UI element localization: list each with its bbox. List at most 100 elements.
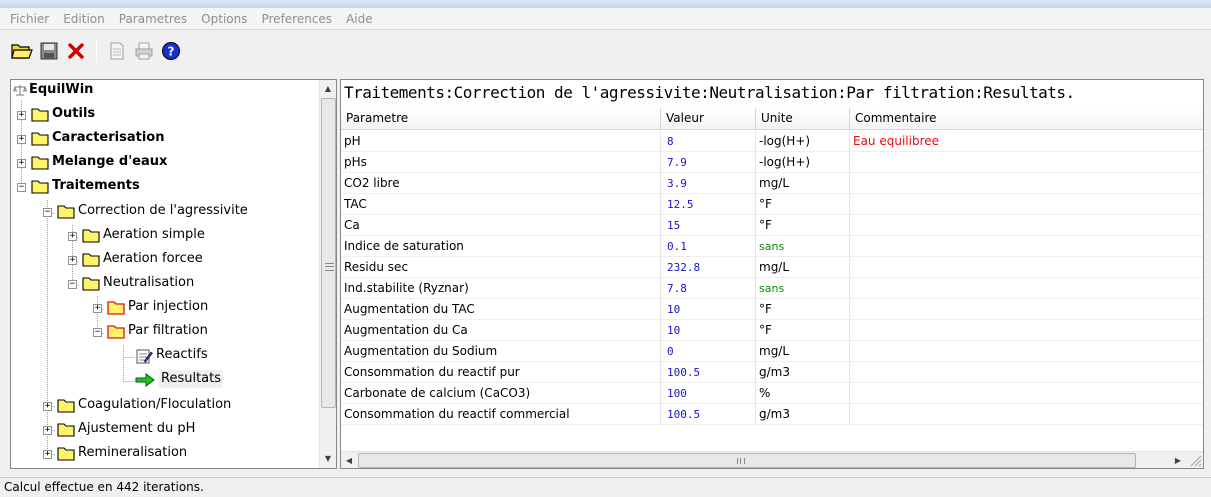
menu-parametres[interactable]: Parametres: [112, 8, 194, 30]
table-row[interactable]: Ca 15 °F: [341, 215, 1203, 236]
cell-valeur: 12.5: [661, 194, 756, 215]
collapse-icon[interactable]: −: [93, 328, 102, 337]
scroll-thumb[interactable]: [358, 453, 1136, 468]
document-icon: [110, 42, 124, 60]
folder-icon: [57, 423, 75, 437]
tree-node-neutralisation[interactable]: − Neutralisation: [11, 272, 311, 294]
tree-view[interactable]: EquilWin + Outils + Caracterisation + Me…: [10, 79, 337, 469]
tree-node-coagulation[interactable]: + Coagulation/Floculation: [11, 394, 311, 416]
expand-icon[interactable]: +: [68, 256, 77, 265]
tree-node-melange[interactable]: + Melange d'eaux: [11, 152, 311, 174]
table-row[interactable]: Consommation du reactif pur 100.5 g/m3: [341, 362, 1203, 383]
collapse-icon[interactable]: −: [68, 280, 77, 289]
table-row[interactable]: TAC 12.5 °F: [341, 194, 1203, 215]
tree-label-aeration-forcee: Aeration forcee: [103, 251, 203, 266]
menu-preferences[interactable]: Preferences: [254, 8, 339, 30]
header-unite[interactable]: Unite: [756, 108, 850, 130]
table-row[interactable]: pHs 7.9 -log(H+): [341, 152, 1203, 173]
print-icon: [135, 42, 153, 60]
help-button[interactable]: ?: [159, 39, 183, 63]
balance-scale-icon: [13, 85, 27, 96]
cell-valeur: 7.8: [661, 278, 756, 299]
menu-aide[interactable]: Aide: [339, 8, 380, 30]
menu-fichier[interactable]: Fichier: [0, 8, 56, 30]
table-row[interactable]: Residu sec 232.8 mg/L: [341, 257, 1203, 278]
scroll-up-arrow-icon[interactable]: ▲: [320, 80, 336, 97]
table-row[interactable]: Indice de saturation 0.1 sans: [341, 236, 1203, 257]
cell-unite: mg/L: [756, 341, 850, 362]
tree-node-resultats[interactable]: Resultats: [11, 368, 311, 390]
cell-unite: -log(H+): [756, 152, 850, 173]
tree-label-ajustement: Ajustement du pH: [78, 421, 196, 436]
delete-button[interactable]: [64, 39, 88, 63]
tree-vertical-scrollbar[interactable]: ▲ ▼: [319, 80, 336, 468]
table-row[interactable]: pH 8 -log(H+) Eau equilibree: [341, 131, 1203, 152]
tree-label-correction: Correction de l'agressivite: [78, 203, 248, 218]
save-button[interactable]: [37, 39, 61, 63]
tree-node-par-filtration[interactable]: − Par filtration: [11, 320, 311, 342]
folder-icon: [31, 132, 49, 146]
tree-label-remineralisation: Remineralisation: [78, 445, 188, 460]
table-row[interactable]: Ind.stabilite (Ryznar) 7.8 sans: [341, 278, 1203, 299]
cell-commentaire: [850, 320, 1203, 341]
tree-node-par-injection[interactable]: + Par injection: [11, 296, 311, 318]
cell-parametre: Consommation du reactif pur: [341, 362, 661, 383]
tree-node-correction[interactable]: − Correction de l'agressivite: [11, 200, 311, 222]
cell-commentaire: [850, 215, 1203, 236]
results-panel: Traitements:Correction de l'agressivite:…: [340, 79, 1204, 469]
expand-icon[interactable]: +: [43, 450, 52, 459]
scroll-down-arrow-icon[interactable]: ▼: [320, 450, 336, 467]
expand-icon[interactable]: +: [17, 159, 26, 168]
cell-unite: -log(H+): [756, 131, 850, 152]
scroll-thumb[interactable]: [321, 98, 336, 408]
table-row[interactable]: Augmentation du Ca 10 °F: [341, 320, 1203, 341]
header-commentaire[interactable]: Commentaire: [850, 108, 1203, 130]
open-folder-button[interactable]: [10, 39, 34, 63]
tree-node-reactifs[interactable]: Reactifs: [11, 344, 311, 366]
expand-icon[interactable]: +: [17, 135, 26, 144]
menu-edition[interactable]: Edition: [56, 8, 112, 30]
cell-unite: °F: [756, 299, 850, 320]
table-row[interactable]: Augmentation du TAC 10 °F: [341, 299, 1203, 320]
tree-label-resultats: Resultats: [159, 370, 224, 388]
grid-horizontal-scrollbar[interactable]: ◀ ▶: [341, 451, 1203, 468]
tree-node-aeration-forcee[interactable]: + Aeration forcee: [11, 248, 311, 270]
table-row[interactable]: Carbonate de calcium (CaCO3) 100 %: [341, 383, 1203, 404]
tree-node-outils[interactable]: + Outils: [11, 104, 311, 126]
cell-commentaire: [850, 362, 1203, 383]
tree-node-caracterisation[interactable]: + Caracterisation: [11, 128, 311, 150]
scroll-left-arrow-icon[interactable]: ◀: [341, 452, 357, 468]
expand-icon[interactable]: +: [93, 304, 102, 313]
header-parametre[interactable]: Parametre: [341, 108, 661, 130]
document-button[interactable]: [105, 39, 129, 63]
cell-unite: °F: [756, 215, 850, 236]
cell-commentaire: [850, 404, 1203, 425]
cell-parametre: Ca: [341, 215, 661, 236]
header-valeur[interactable]: Valeur: [661, 108, 756, 130]
expand-icon[interactable]: +: [43, 426, 52, 435]
expand-icon[interactable]: +: [68, 232, 77, 241]
table-row[interactable]: Augmentation du Sodium 0 mg/L: [341, 341, 1203, 362]
tree-label-par-filtration: Par filtration: [128, 323, 208, 338]
collapse-icon[interactable]: −: [17, 183, 26, 192]
scroll-right-arrow-icon[interactable]: ▶: [1170, 452, 1186, 468]
expand-icon[interactable]: +: [43, 402, 52, 411]
folder-icon: [107, 301, 125, 315]
resize-grip-icon[interactable]: [1186, 451, 1203, 468]
table-row[interactable]: CO2 libre 3.9 mg/L: [341, 173, 1203, 194]
open-folder-icon: [11, 44, 33, 59]
collapse-icon[interactable]: −: [43, 208, 52, 217]
tree-node-traitements[interactable]: − Traitements: [11, 176, 311, 198]
table-row[interactable]: Consommation du reactif commercial 100.5…: [341, 404, 1203, 425]
folder-icon: [57, 399, 75, 413]
tree-node-ajustement[interactable]: + Ajustement du pH: [11, 418, 311, 440]
expand-icon[interactable]: +: [17, 111, 26, 120]
tree-label-melange: Melange d'eaux: [52, 154, 168, 169]
menu-options[interactable]: Options: [194, 8, 254, 30]
cell-commentaire: [850, 383, 1203, 404]
tree-node-aeration-simple[interactable]: + Aeration simple: [11, 224, 311, 246]
print-button[interactable]: [132, 39, 156, 63]
tree-node-equilwin[interactable]: EquilWin: [13, 80, 313, 102]
folder-icon: [31, 108, 49, 122]
tree-node-remineralisation[interactable]: + Remineralisation: [11, 442, 311, 464]
